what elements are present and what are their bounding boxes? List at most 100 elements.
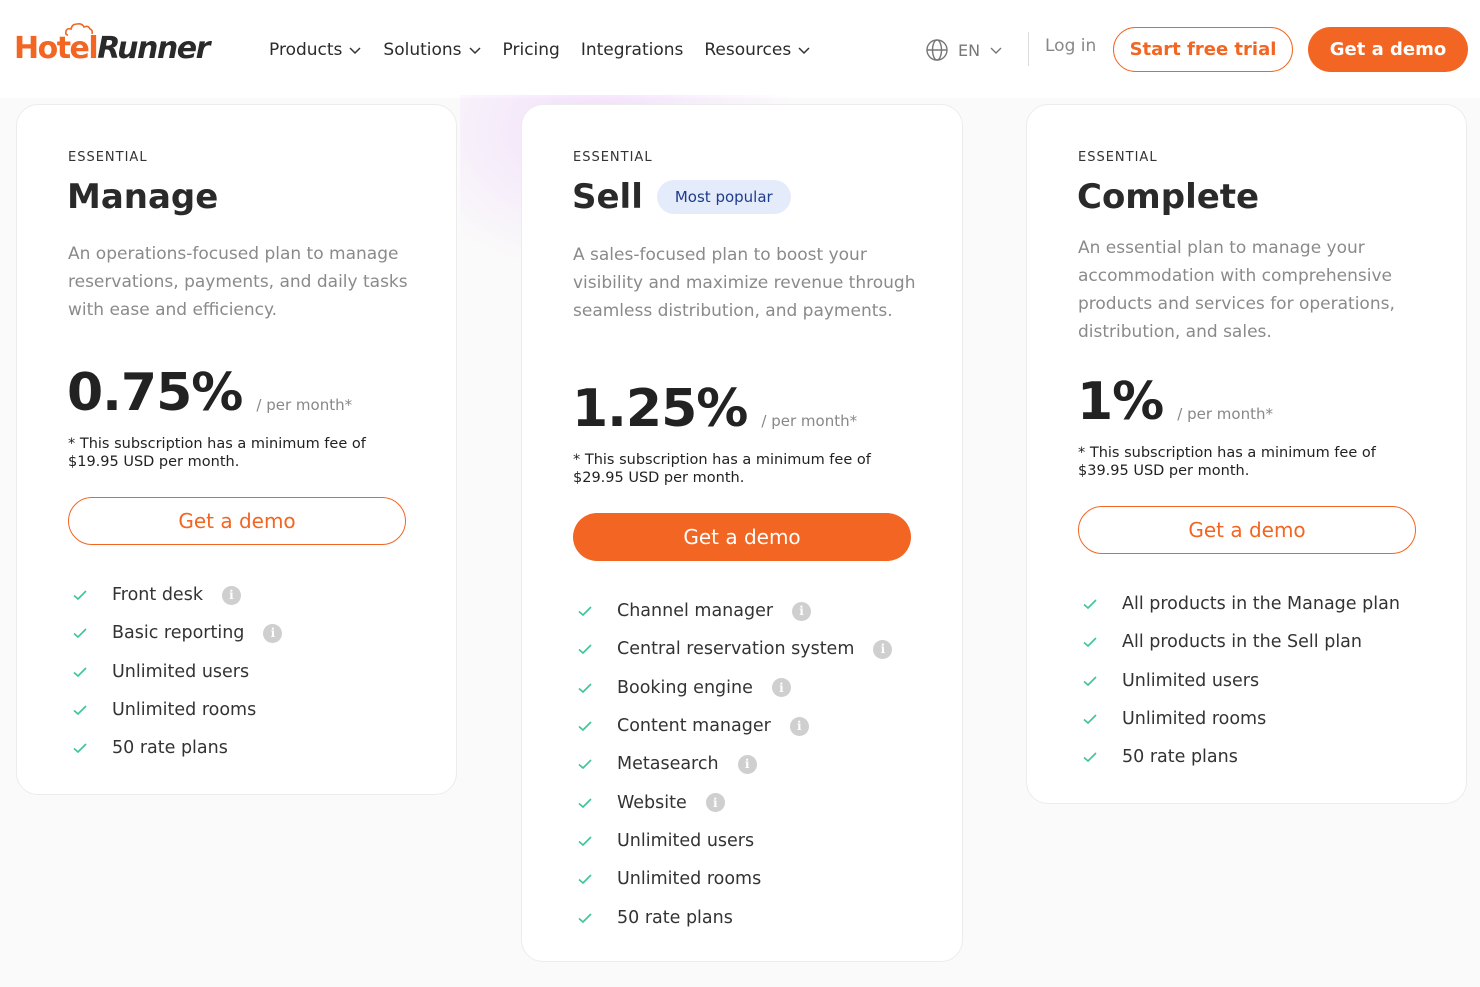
logo-text-runner: Runner <box>97 30 210 66</box>
feature-label: All products in the Sell plan <box>1122 632 1362 653</box>
nav-pricing[interactable]: Pricing <box>503 40 560 60</box>
list-item: Front desk i <box>72 576 282 614</box>
feature-label: Unlimited users <box>1122 670 1260 691</box>
site-header: Hotel Runner Products Solutions Pricing I… <box>0 0 1480 98</box>
nav-solutions[interactable]: Solutions <box>383 40 481 60</box>
check-icon <box>578 721 592 732</box>
plan-description: A sales-focused plan to boost your visib… <box>573 245 916 321</box>
get-demo-button[interactable]: Get a demo <box>68 497 406 545</box>
plan-card-sell: ESSENTIAL Sell Most popular A sales-focu… <box>521 104 963 962</box>
check-icon <box>73 590 87 601</box>
plan-name: Complete <box>1077 177 1259 217</box>
plan-name-text: Manage <box>67 177 219 217</box>
price-row: 1% / per month* <box>1077 372 1273 432</box>
list-item: Channel manager i <box>577 592 892 630</box>
get-demo-button[interactable]: Get a demo <box>573 513 911 561</box>
plan-card-manage: ESSENTIAL Manage An operations-focused p… <box>16 104 457 795</box>
list-item: 50 rate plans <box>72 729 282 767</box>
login-link[interactable]: Log in <box>1045 36 1096 56</box>
list-item: Unlimited users <box>72 653 282 691</box>
feature-list: All products in the Manage plan All prod… <box>1082 585 1400 776</box>
get-demo-button[interactable]: Get a demo <box>1078 506 1416 554</box>
nav-pricing-label: Pricing <box>502 40 560 60</box>
check-icon <box>578 644 592 655</box>
check-icon <box>578 798 592 808</box>
info-icon[interactable]: i <box>789 716 809 736</box>
list-item: Central reservation system i <box>577 630 893 668</box>
list-item: Unlimited rooms <box>72 691 282 729</box>
list-item: 50 rate plans <box>577 898 892 936</box>
minimum-fee-note: * This subscription has a minimum fee of… <box>573 452 871 486</box>
list-item: Unlimited users <box>577 822 892 860</box>
check-icon <box>1083 676 1097 686</box>
plan-card-complete: ESSENTIAL Complete An essential plan to … <box>1026 104 1467 804</box>
feature-label: 50 rate plans <box>617 907 733 928</box>
chevron-down-icon <box>469 47 481 55</box>
globe-icon <box>926 39 948 61</box>
chevron-down-icon <box>990 47 1002 54</box>
info-icon[interactable]: i <box>705 793 725 813</box>
language-selector[interactable]: EN <box>925 36 1003 64</box>
list-item: 50 rate plans <box>1082 738 1400 776</box>
info-icon[interactable]: i <box>263 623 283 643</box>
main-nav: Products Solutions Pricing Integrations … <box>269 36 811 64</box>
feature-label: Central reservation system <box>617 639 855 660</box>
check-icon <box>1083 752 1097 763</box>
plan-tier: ESSENTIAL <box>68 150 148 165</box>
nav-resources-label: Resources <box>704 40 792 60</box>
feature-label: All products in the Manage plan <box>1122 594 1400 615</box>
check-icon <box>73 628 87 639</box>
check-icon <box>578 836 592 847</box>
info-icon[interactable]: i <box>221 585 241 605</box>
check-icon <box>578 606 592 617</box>
price-row: 0.75% / per month* <box>67 363 352 423</box>
feature-list: Front desk i Basic reporting i Unlimited… <box>72 576 283 767</box>
feature-label: Unlimited rooms <box>112 700 257 721</box>
plan-price: 1% <box>1077 372 1164 432</box>
check-icon <box>578 683 592 693</box>
info-icon[interactable]: i <box>873 639 893 659</box>
feature-label: Front desk <box>112 585 203 606</box>
nav-products-label: Products <box>269 40 343 60</box>
check-icon <box>578 759 592 770</box>
plan-name-text: Complete <box>1077 177 1260 217</box>
plan-description: An essential plan to manage your accommo… <box>1078 238 1395 342</box>
feature-label: 50 rate plans <box>1122 747 1238 768</box>
feature-list: Channel manager i Central reservation sy… <box>577 592 893 937</box>
header-divider <box>1028 32 1029 66</box>
plan-name-text: Sell <box>572 177 643 217</box>
start-free-trial-button[interactable]: Start free trial <box>1113 27 1293 72</box>
check-icon <box>73 705 87 716</box>
list-item: Content manager i <box>577 707 892 745</box>
list-item: All products in the Sell plan <box>1082 623 1400 661</box>
feature-label: Metasearch <box>617 754 719 775</box>
feature-label: Basic reporting <box>112 623 245 644</box>
info-icon[interactable]: i <box>771 678 791 698</box>
check-icon <box>1083 714 1097 725</box>
plan-description: An operations-focused plan to manage res… <box>68 244 408 320</box>
nav-integrations[interactable]: Integrations <box>581 40 684 60</box>
plan-price: 1.25% <box>572 379 748 439</box>
check-icon <box>73 743 87 754</box>
nav-solutions-label: Solutions <box>383 40 462 60</box>
nav-products[interactable]: Products <box>269 40 362 60</box>
check-icon <box>578 874 592 885</box>
list-item: Metasearch i <box>577 745 892 783</box>
list-item: Unlimited users <box>1082 662 1400 700</box>
info-icon[interactable]: i <box>792 601 812 621</box>
nav-resources[interactable]: Resources <box>704 40 811 60</box>
minimum-fee-note: * This subscription has a minimum fee of… <box>68 436 366 470</box>
cloud-icon <box>64 23 94 36</box>
info-icon[interactable]: i <box>737 754 757 774</box>
chevron-down-icon <box>798 47 810 55</box>
feature-label: Unlimited users <box>112 661 250 682</box>
hotelrunner-logo[interactable]: Hotel Runner <box>14 23 210 70</box>
feature-label: Website <box>617 792 687 813</box>
price-row: 1.25% / per month* <box>572 379 857 439</box>
feature-label: Content manager <box>617 716 771 737</box>
header-get-demo-button[interactable]: Get a demo <box>1308 27 1468 72</box>
most-popular-badge: Most popular <box>656 180 791 214</box>
minimum-fee-note: * This subscription has a minimum fee of… <box>1078 445 1376 479</box>
check-icon <box>1083 599 1097 610</box>
list-item: Unlimited rooms <box>1082 700 1400 738</box>
